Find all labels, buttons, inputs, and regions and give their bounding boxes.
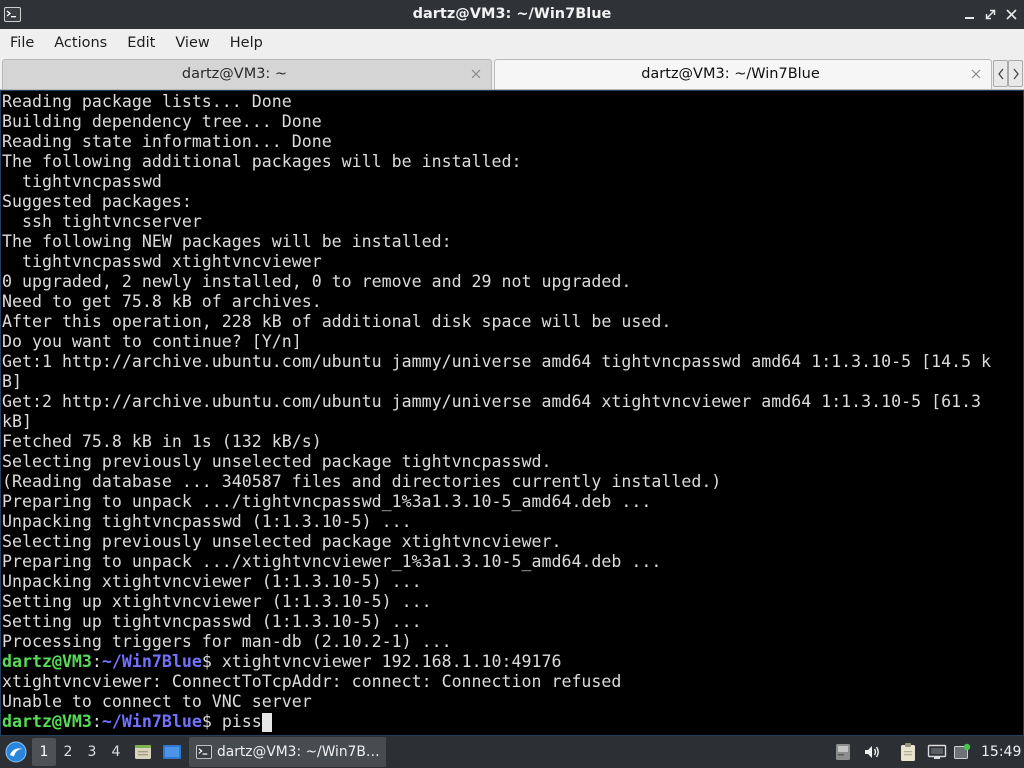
terminal-line: Reading package lists... Done (2, 92, 292, 111)
prompt-path: ~/Win7Blue (101, 712, 202, 731)
start-menu-icon (5, 741, 27, 763)
tab-scroll-right-button[interactable] (1008, 60, 1023, 87)
menu-file[interactable]: File (0, 29, 44, 57)
taskbar: 1 2 3 4 dartz@VM3: ~/Win7B… 15:49 (0, 736, 1024, 768)
terminal-line: Unable to connect to VNC server (2, 692, 312, 711)
window-title: dartz@VM3: ~/Win7Blue (412, 6, 612, 22)
terminal-line: Do you want to continue? [Y/n] (2, 332, 302, 351)
prompt-path: ~/Win7Blue (101, 652, 202, 671)
prompt-line: dartz@VM3:~/Win7Blue$ xtightvncviewer 19… (2, 652, 1023, 672)
show-desktop-icon[interactable] (162, 743, 182, 761)
menu-actions[interactable]: Actions (44, 29, 117, 57)
terminal-line: Unpacking tightvncpasswd (1:1.3.10-5) ..… (2, 512, 412, 531)
terminal-line: Preparing to unpack .../xtightvncviewer_… (2, 552, 662, 571)
tab-label: dartz@VM3: ~/Win7Blue (641, 65, 820, 82)
terminal-line: Setting up xtightvncviewer (1:1.3.10-5) … (2, 592, 432, 611)
terminal-line: Unpacking xtightvncviewer (1:1.3.10-5) .… (2, 572, 422, 591)
terminal-line: B] (2, 372, 22, 391)
terminal-line: xtightvncviewer: ConnectToTcpAddr: conne… (2, 672, 622, 691)
tab-home[interactable]: dartz@VM3: ~ (2, 59, 492, 89)
terminal-icon[interactable] (4, 6, 21, 23)
prompt-separator: : (91, 652, 102, 671)
desktop-1-button[interactable]: 1 (32, 738, 56, 766)
clock[interactable]: 15:49 (981, 736, 1021, 768)
command-input[interactable]: piss (222, 712, 262, 731)
menu-help[interactable]: Help (220, 29, 273, 57)
prompt-user-host: dartz@VM3 (2, 652, 92, 671)
menu-edit[interactable]: Edit (117, 29, 165, 57)
terminal-line: The following additional packages will b… (2, 152, 522, 171)
maximize-icon[interactable] (981, 5, 1000, 24)
tab-bar: dartz@VM3: ~ dartz@VM3: ~/Win7Blue (0, 57, 1024, 90)
terminal-line: Suggested packages: (2, 192, 192, 211)
task-label: dartz@VM3: ~/Win7B… (217, 744, 380, 760)
terminal-line: Preparing to unpack .../tightvncpasswd_1… (2, 492, 652, 511)
start-menu-button[interactable] (4, 740, 28, 764)
terminal-line: Selecting previously unselected package … (2, 452, 552, 471)
terminal-line: 0 upgraded, 2 newly installed, 0 to remo… (2, 272, 632, 291)
window-titlebar[interactable]: dartz@VM3: ~/Win7Blue (0, 0, 1024, 29)
terminal-line: The following NEW packages will be insta… (2, 232, 452, 251)
terminal-icon (196, 744, 212, 760)
prompt-user-host: dartz@VM3 (2, 712, 92, 731)
desktop-3-button[interactable]: 3 (80, 738, 104, 766)
network-icon[interactable] (927, 743, 947, 761)
update-notifier-icon[interactable] (953, 743, 971, 761)
chevron-right-icon (1012, 68, 1019, 79)
terminal-line: tightvncpasswd xtightvncviewer (2, 252, 322, 271)
terminal-line: Setting up tightvncpasswd (1:1.3.10-5) .… (2, 612, 422, 631)
clipboard-icon[interactable] (899, 742, 917, 762)
tab-scroll-left-button[interactable] (993, 60, 1008, 87)
terminal-line: ssh tightvncserver (2, 212, 202, 231)
terminal-line: Get:2 http://archive.ubuntu.com/ubuntu j… (2, 392, 982, 411)
terminal-line: Need to get 75.8 kB of archives. (2, 292, 322, 311)
text-cursor (261, 713, 272, 732)
terminal-line: (Reading database ... 340587 files and d… (2, 472, 722, 491)
terminal-line: Building dependency tree... Done (2, 112, 322, 131)
desktop-2-button[interactable]: 2 (56, 738, 80, 766)
menu-bar: File Actions Edit View Help (0, 29, 1024, 57)
terminal-line: After this operation, 228 kB of addition… (2, 312, 672, 331)
terminal-view[interactable]: Reading package lists... Done Building d… (0, 90, 1024, 736)
prompt-line: dartz@VM3:~/Win7Blue$ piss (2, 712, 1023, 732)
close-tab-button[interactable] (966, 64, 986, 84)
terminal-line: tightvncpasswd (2, 172, 162, 191)
command-text: xtightvncviewer 192.168.1.10:49176 (221, 652, 562, 671)
notification-icon[interactable] (834, 743, 852, 761)
menu-view[interactable]: View (165, 29, 219, 57)
file-manager-icon[interactable] (134, 743, 152, 761)
prompt-symbol: $ (201, 652, 222, 671)
close-tab-icon (471, 69, 481, 78)
tab-label: dartz@VM3: ~ (181, 65, 288, 82)
prompt-symbol: $ (201, 712, 222, 731)
chevron-left-icon (997, 68, 1004, 79)
tab-win7blue[interactable]: dartz@VM3: ~/Win7Blue (494, 59, 992, 89)
minimize-icon[interactable] (960, 5, 979, 24)
close-tab-icon (971, 69, 981, 78)
terminal-line: kB] (2, 412, 32, 431)
taskbar-task-terminal[interactable]: dartz@VM3: ~/Win7B… (189, 737, 386, 767)
desktop-4-button[interactable]: 4 (104, 738, 128, 766)
terminal-line: Processing triggers for man-db (2.10.2-1… (2, 632, 452, 651)
terminal-line: Selecting previously unselected package … (2, 532, 562, 551)
close-icon[interactable] (1002, 5, 1021, 24)
volume-icon[interactable] (863, 743, 881, 761)
terminal-line: Fetched 75.8 kB in 1s (132 kB/s) (2, 432, 322, 451)
prompt-separator: : (91, 712, 102, 731)
terminal-line: Get:1 http://archive.ubuntu.com/ubuntu j… (2, 352, 992, 371)
close-tab-button[interactable] (466, 64, 486, 84)
terminal-line: Reading state information... Done (2, 132, 332, 151)
